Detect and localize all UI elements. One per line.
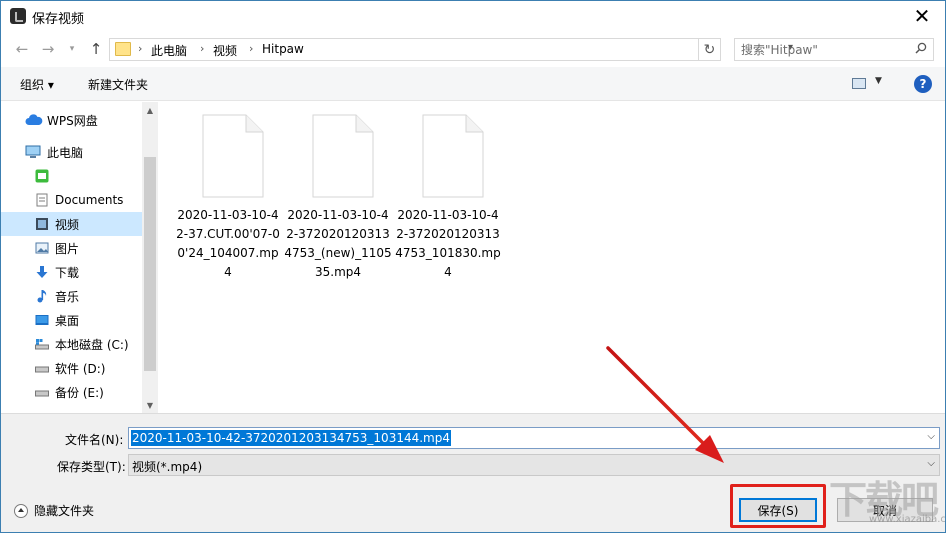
chevron-right-icon: › [138,42,143,55]
filetype-label: 保存类型(T): [57,460,126,474]
download-icon [36,266,48,278]
nav-item-label: 备份 (E:) [55,385,104,400]
title-bar: 保存视频 ✕ [1,1,945,31]
close-button[interactable]: ✕ [899,1,945,31]
nav-item-drive-e[interactable]: 备份 (E:) [1,380,142,404]
hide-folders-toggle[interactable]: 隐藏文件夹 [14,502,94,519]
nav-item-documents[interactable]: Documents [1,188,142,212]
filetype-select[interactable]: 视频(*.mp4) ⌵ [128,454,940,476]
filename-value[interactable]: 2020-11-03-10-42-3720201203134753_103144… [131,430,451,446]
chevron-down-icon[interactable]: ▼ [875,76,882,86]
nav-item-videos[interactable]: 视频 [1,212,142,236]
file-name: 2020-11-03-10-42-3720201203134753_(new)_… [284,208,392,279]
file-icon [422,114,484,198]
search-box[interactable] [734,38,934,61]
nav-item-pictures[interactable]: 图片 [1,236,142,260]
chevron-down-icon[interactable]: ⌵ [927,458,935,469]
new-folder-button[interactable]: 新建文件夹 [88,76,148,93]
file-icon [312,114,374,198]
scrollbar-thumb[interactable] [144,157,156,371]
nav-item-downloads[interactable]: 下载 [1,260,142,284]
nav-item-label: 桌面 [55,313,80,328]
nav-item-wps-cloud[interactable]: WPS网盘 [1,108,142,132]
music-icon [37,290,47,303]
chevron-up-icon [14,503,28,518]
chevron-right-icon: › [249,42,254,55]
nav-item-music[interactable]: 音乐 [1,284,142,308]
nav-item-label: 此电脑 [47,145,84,160]
file-item[interactable]: 2020-11-03-10-42-3720201203134753_(new)_… [284,114,392,284]
refresh-icon[interactable]: ↻ [699,38,721,61]
nav-item-label: Documents [55,193,124,207]
back-arrow-icon[interactable]: ← [11,38,33,60]
scroll-up-icon[interactable]: ▲ [142,102,158,118]
file-name: 2020-11-03-10-42-3720201203134753_101830… [395,208,501,279]
nav-item-drive-d[interactable]: 软件 (D:) [1,356,142,380]
nav-item-label: 下载 [55,265,80,280]
pictures-icon [35,242,49,254]
window-title: 保存视频 [32,12,85,27]
drive-e-icon [35,390,49,397]
nav-item-label: 软件 (D:) [55,361,106,376]
filename-label: 文件名(N): [65,433,124,447]
cloud-icon [25,114,43,125]
nav-item-desktop[interactable]: 桌面 [1,308,142,332]
computer-icon [25,145,41,158]
organize-button[interactable]: 组织 ▾ [20,76,54,93]
save-button-highlight [730,484,826,528]
breadcrumb-videos[interactable]: 视频 [213,42,237,59]
watermark: 下载吧 www.xiazaiba.com [829,469,945,525]
hide-folders-label: 隐藏文件夹 [34,504,95,518]
help-icon[interactable]: ? [914,75,932,93]
green-app-icon [35,169,49,183]
documents-icon [36,193,48,207]
drive-d-icon [35,366,49,373]
filetype-value: 视频(*.mp4) [132,460,203,474]
file-name: 2020-11-03-10-42-37.CUT.00'07-00'24_1040… [176,208,280,279]
file-item[interactable]: 2020-11-03-10-42-3720201203134753_101830… [394,114,502,284]
drive-c-icon [35,339,49,350]
chevron-down-icon[interactable]: ⌵ [927,431,935,442]
nav-item-label: WPS网盘 [47,113,98,128]
nav-item-this-pc[interactable]: 此电脑 [1,140,142,164]
file-list: 2020-11-03-10-42-37.CUT.00'07-00'24_1040… [158,102,945,413]
nav-item-green-app[interactable] [1,164,142,188]
search-input[interactable] [735,39,911,60]
breadcrumb-hitpaw[interactable]: Hitpaw [262,42,304,56]
app-icon [10,8,26,24]
file-icon [202,114,264,198]
search-icon [915,42,927,54]
file-item[interactable]: 2020-11-03-10-42-37.CUT.00'07-00'24_1040… [174,114,282,284]
folder-icon [115,42,131,56]
desktop-icon [35,315,49,325]
chevron-right-icon: › [200,42,205,55]
nav-item-drive-c[interactable]: 本地磁盘 (C:) [1,332,142,356]
watermark-url: www.xiazaiba.com [869,514,946,525]
save-video-dialog: 保存视频 ✕ ← → ▾ ↑ › 此电脑 › 视频 › Hitpaw ▾ ↻ 组… [0,0,946,533]
filename-field[interactable]: 2020-11-03-10-42-3720201203134753_103144… [128,427,940,449]
navigation-scrollbar[interactable]: ▲ ▼ [142,102,158,413]
address-row: ← → ▾ ↑ › 此电脑 › 视频 › Hitpaw ▾ ↻ [1,34,945,64]
nav-item-label: 音乐 [55,289,80,304]
video-icon [36,218,48,230]
nav-item-label: 图片 [55,241,80,256]
scroll-down-icon[interactable]: ▼ [142,397,158,413]
command-toolbar: 组织 ▾ 新建文件夹 ▼ ? [1,67,945,101]
address-bar[interactable]: › 此电脑 › 视频 › Hitpaw ▾ [109,38,793,61]
recent-dropdown-icon[interactable]: ▾ [61,38,83,60]
view-mode-icon[interactable] [852,78,866,89]
nav-item-label: 视频 [55,217,80,232]
nav-item-label: 本地磁盘 (C:) [55,337,129,352]
forward-arrow-icon[interactable]: → [37,38,59,60]
up-arrow-icon[interactable]: ↑ [85,38,107,60]
navigation-pane: WPS网盘 此电脑 Documents 视频 图片 下载 音乐 桌面 本地磁盘 … [1,102,158,413]
breadcrumb-this-pc[interactable]: 此电脑 [151,42,187,59]
